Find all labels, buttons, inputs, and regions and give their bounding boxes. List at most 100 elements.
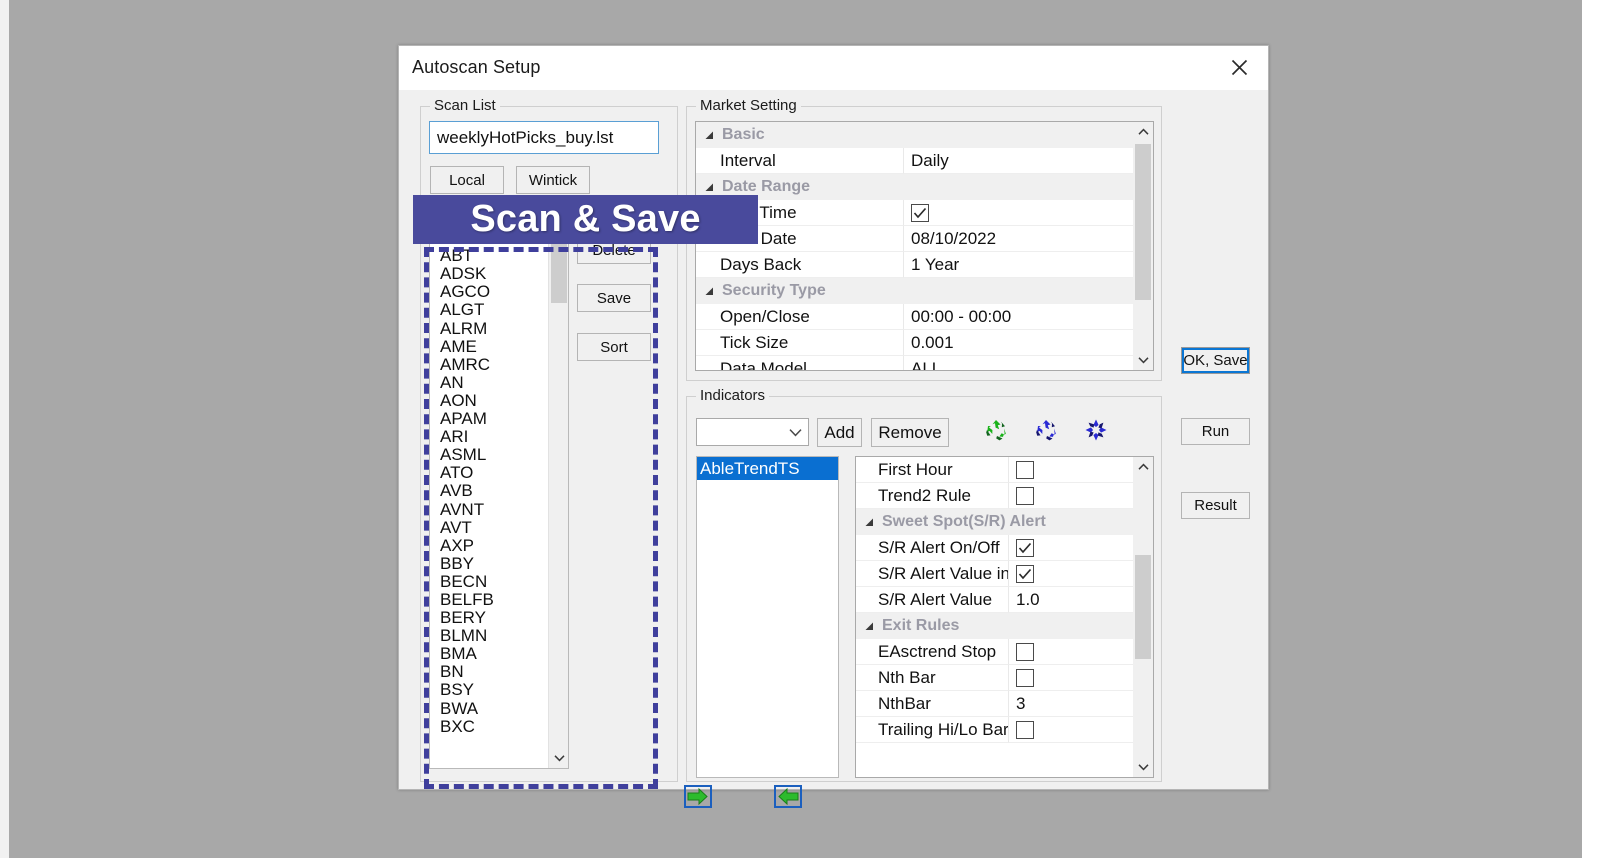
property-row[interactable]: Nth Bar [856,665,1133,691]
property-category-row[interactable]: Security Type [696,278,1133,304]
market-setting-grid[interactable]: BasicIntervalDailyDate RangeReal TimeSta… [695,121,1154,371]
symbol-list-item[interactable]: ASML [440,446,550,464]
symbol-list-item[interactable]: ALGT [440,301,550,319]
property-value[interactable]: ALL [904,356,1133,371]
run-button[interactable]: Run [1181,418,1250,445]
arrow-left-icon[interactable] [772,784,804,809]
collapse-triangle-icon[interactable] [696,287,716,296]
property-category-row[interactable]: Sweet Spot(S/R) Alert [856,509,1133,535]
symbol-list-item[interactable]: BMA [440,645,550,663]
checkbox-unchecked[interactable] [1016,669,1034,687]
property-row[interactable]: Real Time [696,200,1133,226]
symbol-list-item[interactable]: ABC [440,211,550,229]
symbol-list-item[interactable]: AME [440,338,550,356]
property-checkbox-cell[interactable] [1009,717,1133,743]
property-value[interactable]: 1.0 [1009,587,1133,613]
collapse-triangle-icon[interactable] [696,183,716,192]
symbol-list-item[interactable]: APAM [440,410,550,428]
scrollbar-thumb[interactable] [551,233,567,303]
chevron-up-icon[interactable] [1133,122,1153,142]
indicator-property-grid[interactable]: First HourTrend2 RuleSweet Spot(S/R) Ale… [855,456,1154,778]
property-row[interactable]: Tick Size0.001 [696,330,1133,356]
remove-indicator-button[interactable]: Remove [871,418,949,447]
symbol-list-item[interactable]: AVT [440,519,550,537]
property-value[interactable]: 00:00 - 00:00 [904,304,1133,330]
sort-button[interactable]: Sort [577,333,651,361]
collapse-triangle-icon[interactable] [856,622,876,631]
symbol-list-item[interactable]: BN [440,663,550,681]
symbol-list-item[interactable]: ABG [440,229,550,247]
checkbox-unchecked[interactable] [1016,487,1034,505]
indicator-select[interactable] [696,418,809,446]
chevron-up-icon[interactable] [1133,457,1153,477]
property-checkbox-cell[interactable] [1009,483,1133,509]
scrollbar-thumb[interactable] [1135,144,1151,300]
scrollbar-thumb[interactable] [1135,555,1151,659]
property-row[interactable]: S/R Alert Value in [856,561,1133,587]
symbol-list-item[interactable]: AON [440,392,550,410]
property-value[interactable]: Daily [904,148,1133,174]
property-value[interactable]: 1 Year [904,252,1133,278]
property-category-row[interactable]: Basic [696,122,1133,148]
ok-save-button[interactable]: OK, Save [1181,347,1250,374]
symbol-list-item[interactable]: AMRC [440,356,550,374]
property-row[interactable]: IntervalDaily [696,148,1133,174]
symbol-list-item[interactable]: BLMN [440,627,550,645]
symbol-list-item[interactable]: AXP [440,537,550,555]
collapse-triangle-icon[interactable] [696,131,716,140]
property-checkbox-cell[interactable] [1009,535,1133,561]
symbol-list-item[interactable]: AN [440,374,550,392]
market-grid-scrollbar[interactable] [1133,122,1153,370]
scan-list-name-input[interactable] [429,121,659,154]
property-value[interactable]: 0.001 [904,330,1133,356]
symbol-list-item[interactable]: BERY [440,609,550,627]
property-row[interactable]: S/R Alert On/Off [856,535,1133,561]
property-checkbox-cell[interactable] [1009,665,1133,691]
checkbox-unchecked[interactable] [1016,721,1034,739]
property-checkbox-cell[interactable] [904,200,1133,226]
delete-button[interactable]: Delete [577,236,651,264]
symbol-list-item[interactable]: AVB [440,482,550,500]
checkbox-checked[interactable] [1016,565,1034,583]
property-row[interactable]: Trailing Hi/Lo Bar [856,717,1133,743]
symbol-list-item[interactable]: ABT [440,247,550,265]
property-row[interactable]: EAsctrend Stop [856,639,1133,665]
burst-blue-icon[interactable] [1079,413,1113,447]
symbol-list-item[interactable]: ARI [440,428,550,446]
chevron-up-icon[interactable] [549,209,569,229]
symbol-listbox[interactable]: ABCABGABTADSKAGCOALGTALRMAMEAMRCANAONAPA… [429,208,569,769]
wintick-button[interactable]: Wintick [516,166,590,194]
indicator-list-item-selected[interactable]: AbleTrendTS [697,457,838,480]
property-row[interactable]: Trend2 Rule [856,483,1133,509]
property-row[interactable]: S/R Alert Value1.0 [856,587,1133,613]
collapse-triangle-icon[interactable] [856,518,876,527]
property-value[interactable]: 08/10/2022 [904,226,1133,252]
property-row[interactable]: Open/Close00:00 - 00:00 [696,304,1133,330]
symbol-list-item[interactable]: AVNT [440,501,550,519]
indicator-grid-scrollbar[interactable] [1133,457,1153,777]
property-row[interactable]: First Hour [856,457,1133,483]
symbol-list-item[interactable]: ALRM [440,320,550,338]
chevron-down-icon[interactable] [1133,757,1153,777]
add-indicator-button[interactable]: Add [817,418,862,447]
property-checkbox-cell[interactable] [1009,457,1133,483]
checkbox-unchecked[interactable] [1016,643,1034,661]
symbol-list-item[interactable]: BXC [440,718,550,736]
property-row[interactable]: Data ModelALL [696,356,1133,371]
symbol-list-item[interactable]: BELFB [440,591,550,609]
property-row[interactable]: NthBar3 [856,691,1133,717]
local-button[interactable]: Local [430,166,504,194]
symbol-list-item[interactable]: ATO [440,464,550,482]
property-checkbox-cell[interactable] [1009,639,1133,665]
symbol-list-item[interactable]: BWA [440,700,550,718]
symbol-list-item[interactable]: ADSK [440,265,550,283]
symbol-list-scrollbar[interactable] [548,209,568,768]
checkbox-checked[interactable] [1016,539,1034,557]
indicator-listbox[interactable]: AbleTrendTS [696,456,839,778]
chevron-down-icon[interactable] [1133,350,1153,370]
property-value[interactable]: 3 [1009,691,1133,717]
property-category-row[interactable]: Exit Rules [856,613,1133,639]
result-button[interactable]: Result [1181,492,1250,519]
chevron-down-icon[interactable] [789,428,802,437]
close-icon[interactable] [1216,50,1262,84]
